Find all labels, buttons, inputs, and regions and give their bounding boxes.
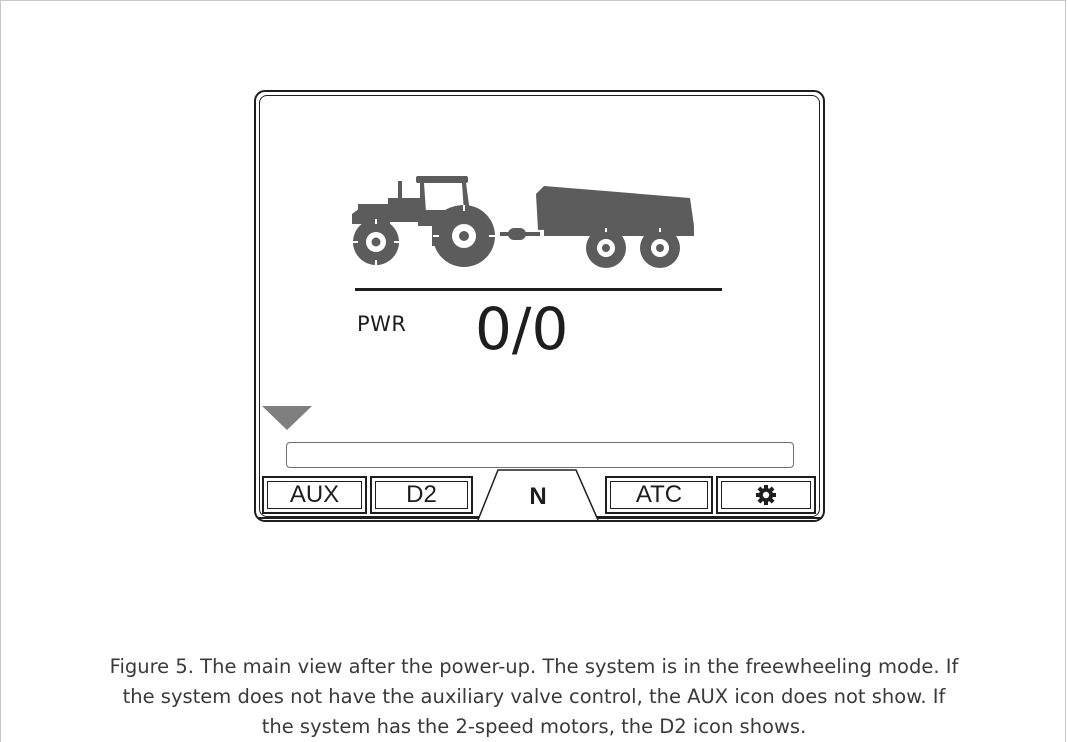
gear-icon	[756, 485, 776, 505]
d2-button-label: D2	[406, 481, 437, 508]
illustration-baseline	[355, 288, 722, 291]
atc-button-label: ATC	[635, 481, 683, 508]
triangle-pointer-icon	[262, 406, 312, 430]
progress-bar	[286, 442, 794, 468]
power-label: PWR	[357, 312, 407, 336]
neutral-mode-label: N	[529, 483, 547, 510]
tractor-trailer-icon	[352, 176, 694, 268]
neutral-mode-tab[interactable]: N	[492, 482, 584, 512]
caption-line-2: the system does not have the auxiliary v…	[122, 685, 946, 708]
aux-button-label: AUX	[289, 481, 340, 508]
aux-button[interactable]: AUX	[262, 476, 367, 514]
figure-caption: Figure 5. The main view after the power-…	[20, 652, 1048, 742]
caption-line-1: Figure 5. The main view after the power-…	[109, 655, 959, 678]
caption-line-3: the system has the 2-speed motors, the D…	[261, 715, 807, 738]
settings-button[interactable]	[716, 476, 816, 514]
d2-button[interactable]: D2	[370, 476, 473, 514]
power-value: 0/0	[475, 295, 569, 363]
atc-button[interactable]: ATC	[605, 476, 713, 514]
